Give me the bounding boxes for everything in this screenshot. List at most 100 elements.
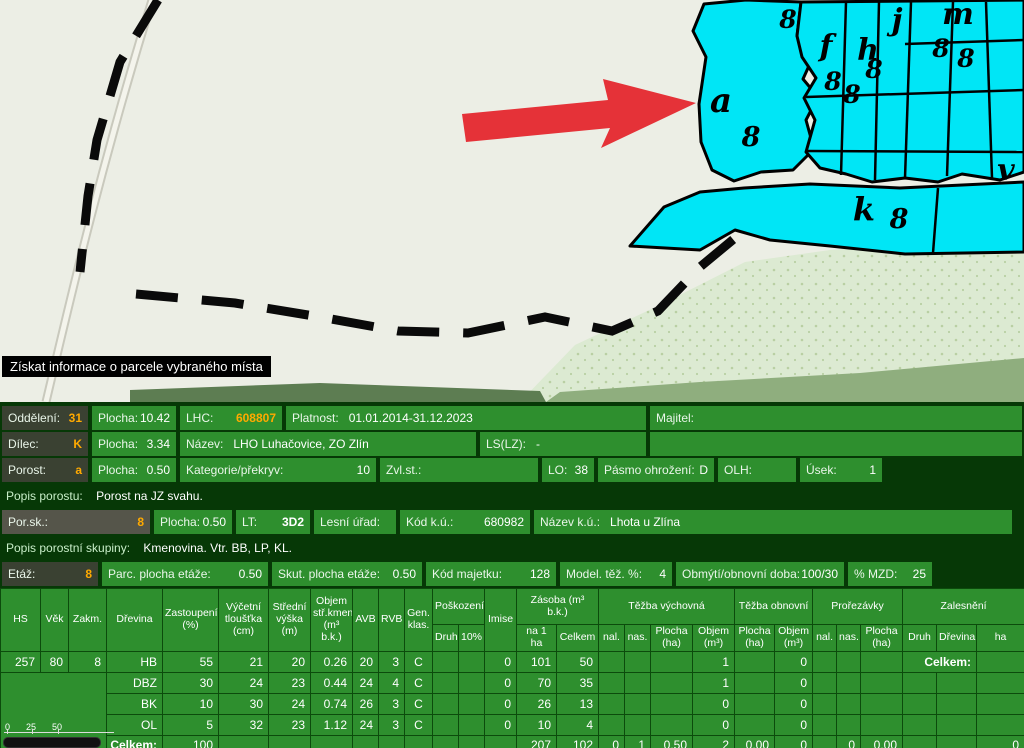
- sub-header-10pct: 10%: [459, 625, 485, 652]
- map-view[interactable]: a f h j m k v 8 8 8 8 8 8 8 8: [0, 0, 1024, 402]
- field-lhc: LHC: 608807: [180, 406, 282, 430]
- field-value: 608807: [236, 411, 276, 425]
- field-value: 38: [575, 463, 588, 477]
- cell-pr-nal: [813, 672, 837, 693]
- cell-drevina: HB: [107, 651, 163, 672]
- tree-symbol: 8: [956, 44, 974, 73]
- cell-imise: 0: [485, 714, 517, 735]
- cell-zastoupeni: 55: [163, 651, 219, 672]
- sub-header-nal: nal.: [599, 625, 625, 652]
- col-header-zakm: Zakm.: [69, 589, 107, 652]
- horizontal-scrollbar-thumb[interactable]: [3, 737, 101, 748]
- cell-vyska: 24: [269, 693, 311, 714]
- cell-tv-objem-total: 2: [693, 735, 735, 748]
- cell-zal-ha: [977, 651, 1024, 672]
- group-header-zasoba: Zásoba (m³ b.k.): [517, 589, 599, 625]
- tree-symbol: 8: [864, 55, 882, 84]
- cell-to-objem-total: 0: [775, 735, 813, 748]
- field-plocha-oddeleni: Plocha: 10.42: [92, 406, 176, 430]
- cell-objem: 0.74: [311, 693, 353, 714]
- cell-posk-10: [459, 651, 485, 672]
- cell-imise: 0: [485, 693, 517, 714]
- field-label: Lesní úřad:: [320, 515, 380, 529]
- table-row: BK 10 30 24 0.74 26 3 C 0 26 13 0 0: [1, 693, 1024, 714]
- sub-header-druh: Druh: [433, 625, 459, 652]
- field-kod-majetku: Kód majetku: 128: [426, 562, 556, 586]
- cell-posk-druh: [433, 672, 459, 693]
- cell-zasoba-celkem-total: 102: [557, 735, 599, 748]
- cell-tv-nal: [599, 672, 625, 693]
- cell-posk-10: [459, 672, 485, 693]
- cell-tv-plocha: [651, 714, 693, 735]
- cell-pr-plocha: [861, 672, 903, 693]
- cell-tv-nas: [625, 672, 651, 693]
- stand-table: HS Věk Zakm. Dřevina Zastoupení (%) Výče…: [0, 588, 1024, 748]
- cell-rvb: 3: [379, 693, 405, 714]
- cell-gen: [405, 735, 433, 748]
- tree-symbol: 8: [823, 67, 841, 96]
- info-row-1: Oddělení: 31 Plocha: 10.42 LHC: 608807 P…: [0, 406, 1024, 430]
- cell-rvb: 3: [379, 651, 405, 672]
- cell-zal-drevina: [937, 672, 977, 693]
- cell-zasoba-celkem: 50: [557, 651, 599, 672]
- parcel-label-v: v: [997, 153, 1015, 188]
- field-label: Majitel:: [656, 411, 694, 425]
- cell-posk-druh: [433, 735, 459, 748]
- cell-tv-objem: 1: [693, 651, 735, 672]
- field-zvlst: Zvl.st.:: [380, 458, 538, 482]
- cell-to-objem: 0: [775, 651, 813, 672]
- cell-zal-druh: [903, 693, 937, 714]
- tree-symbol: 8: [741, 122, 761, 153]
- field-lslz: LS(LZ): -: [480, 432, 646, 456]
- field-label: Parc. plocha etáže:: [108, 567, 211, 581]
- cell-pr-nas: [837, 714, 861, 735]
- field-mzd: % MZD: 25: [848, 562, 932, 586]
- cell-pr-nal: [813, 714, 837, 735]
- field-label: Plocha:: [98, 437, 138, 451]
- cell-tloustka: 30: [219, 693, 269, 714]
- field-lesni-urad: Lesní úřad:: [314, 510, 396, 534]
- field-porsk: Por.sk.: 8: [2, 510, 150, 534]
- field-label: OLH:: [724, 463, 752, 477]
- cell-zasoba-ha: 10: [517, 714, 557, 735]
- cell-posk-10: [459, 735, 485, 748]
- col-header-avb: AVB: [353, 589, 379, 652]
- cell-pr-nas-total: 0: [837, 735, 861, 748]
- table-row: DBZ 30 24 23 0.44 24 4 C 0 70 35 1 0: [1, 672, 1024, 693]
- cell-objem: 0.44: [311, 672, 353, 693]
- field-value: -: [536, 437, 540, 451]
- col-header-zastoupeni: Zastoupení (%): [163, 589, 219, 652]
- cell-vek: 80: [41, 651, 69, 672]
- parcel-label-k: k: [853, 190, 875, 228]
- field-majitel: Majitel:: [650, 406, 1022, 430]
- cell-zal-celkem-label: Celkem:: [903, 651, 977, 672]
- cell-zastoupeni-total: 100: [163, 735, 219, 748]
- cell-objem: 0.26: [311, 651, 353, 672]
- field-nazev-ku: Název k.ú.: Lhota u Zlína: [534, 510, 1012, 534]
- cell-zal-druh: [903, 672, 937, 693]
- cell-rvb: [379, 735, 405, 748]
- cell-zal-ha: [977, 693, 1024, 714]
- cell-tloustka: [219, 735, 269, 748]
- field-value: 3.34: [147, 437, 170, 451]
- field-label: Dílec:: [8, 437, 39, 451]
- cell-hs: 257: [1, 651, 41, 672]
- map-svg: a f h j m k v 8 8 8 8 8 8 8 8: [0, 0, 1024, 402]
- scale-tickmark: [7, 729, 8, 734]
- cell-pr-plocha-total: 0.00: [861, 735, 903, 748]
- scale-tickmark: [58, 729, 59, 734]
- cell-zal-ha: [977, 672, 1024, 693]
- cell-pr-nal: [813, 693, 837, 714]
- field-value: 8: [137, 515, 144, 529]
- field-nazev: Název: LHO Luhačovice, ZO Zlín: [180, 432, 476, 456]
- cell-posk-druh: [433, 693, 459, 714]
- field-value: 128: [530, 567, 550, 581]
- field-value: Lhota u Zlína: [610, 515, 680, 529]
- field-plocha-dilec: Plocha: 3.34: [92, 432, 176, 456]
- field-kategorie: Kategorie/překryv: 10: [180, 458, 376, 482]
- field-value: 100/30: [801, 567, 838, 581]
- field-popis-porostu: Popis porostu: Porost na JZ svahu.: [0, 484, 1024, 508]
- field-label: Kód k.ú.:: [406, 515, 453, 529]
- cell-tloustka: 32: [219, 714, 269, 735]
- field-label: LT:: [242, 515, 257, 529]
